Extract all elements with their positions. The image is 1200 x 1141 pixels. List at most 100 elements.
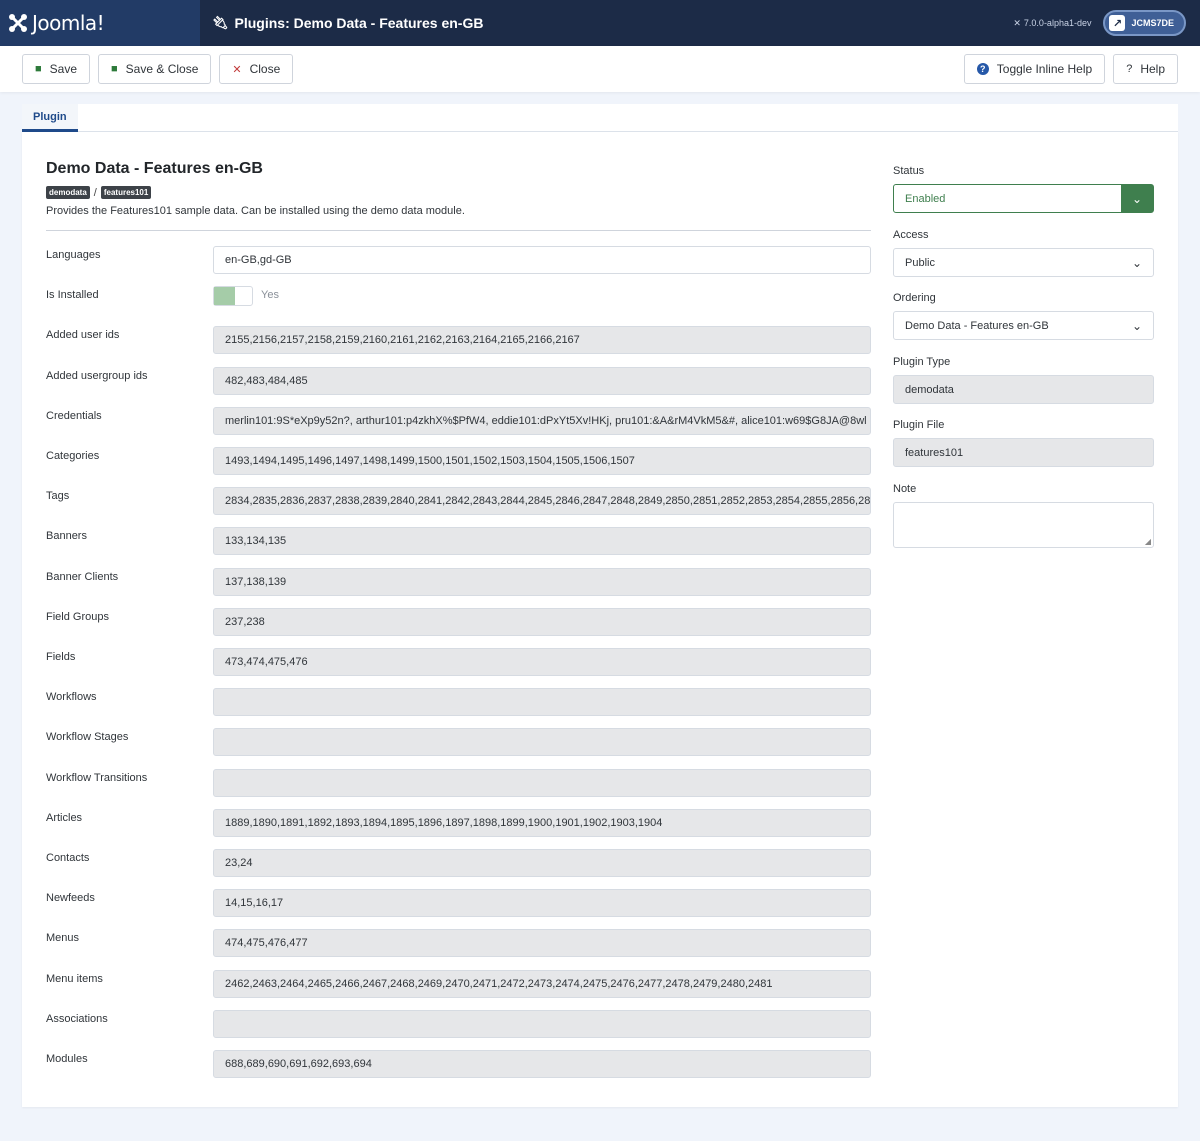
readonly-field: 1889,1890,1891,1892,1893,1894,1895,1896,… (213, 808, 871, 837)
plugin-file-value: features101 (905, 446, 964, 459)
readonly-field: 237,238 (213, 607, 871, 636)
readonly-field (213, 1009, 871, 1038)
field-label: Added usergroup ids (46, 369, 148, 382)
tab-bar: Plugin (22, 104, 1178, 132)
field-label: Associations (46, 1012, 108, 1025)
brand-name: Joomla! (32, 11, 105, 35)
readonly-field (213, 768, 871, 797)
ordering-label: Ordering (893, 292, 936, 304)
field-row: Contacts 23,24 (46, 849, 871, 877)
field-row: Workflow Transitions (46, 768, 871, 797)
field-label: Added user ids (46, 329, 120, 342)
joomla-logo-icon (9, 14, 27, 32)
readonly-field: 137,138,139 (213, 567, 871, 596)
field-label: Workflows (46, 691, 97, 704)
site-label: JCMS7DE (1131, 18, 1174, 28)
toolbar: ■ Save ■ Save & Close ✕ Close ? Toggle I… (0, 46, 1200, 92)
field-row: Categories 1493,1494,1495,1496,1497,1498,… (46, 447, 871, 475)
plugin-type-label: Plugin Type (893, 356, 951, 368)
field-row: Workflow Stages (46, 728, 871, 757)
access-select[interactable]: Public ⌄ (893, 248, 1154, 277)
readonly-field (213, 688, 871, 717)
plugin-description: Provides the Features101 sample data. Ca… (46, 205, 465, 217)
field-row: Newfeeds 14,15,16,17 (46, 889, 871, 918)
field-label: Workflow Stages (46, 731, 129, 744)
close-button[interactable]: ✕ Close (219, 54, 294, 84)
help-label: Help (1140, 62, 1165, 76)
field-row: Workflows (46, 688, 871, 717)
plugin-form-card: Demo Data - Features en-GB demodata / fe… (22, 132, 1178, 1107)
is-installed-toggle[interactable] (213, 286, 253, 307)
field-label: Languages (46, 249, 101, 261)
toggle-value: Yes (261, 289, 279, 302)
plug-icon: 🔌︎ (212, 15, 229, 30)
access-label: Access (893, 229, 929, 241)
field-row: Is Installed Yes (46, 286, 871, 314)
resize-grip-icon[interactable]: ◢ (1145, 537, 1151, 546)
help-circle-icon: ? (976, 63, 989, 75)
save-close-label: Save & Close (125, 62, 199, 76)
toggle-knob (214, 287, 235, 306)
field-label: Contacts (46, 852, 90, 864)
status-label: Status (893, 165, 925, 177)
readonly-field: 2834,2835,2836,2837,2838,2839,2840,2841,… (213, 487, 871, 516)
help-button[interactable]: ? Help (1113, 54, 1178, 84)
field-row: Credentials merlin101:9S*eXp9y52n?, arthu… (46, 406, 871, 435)
save-icon: ■ (111, 63, 118, 75)
toggle-inline-help-button[interactable]: ? Toggle Inline Help (963, 54, 1106, 84)
field-label: Field Groups (46, 610, 109, 623)
save-close-button[interactable]: ■ Save & Close (98, 54, 212, 84)
field-row: Fields 473,474,475,476 (46, 648, 871, 676)
badge-separator: / (93, 186, 97, 199)
folder-badge: demodata (46, 186, 90, 199)
plugin-title: Demo Data - Features en-GB (46, 160, 263, 177)
field-row: Menu items 2462,2463,2464,2465,2466,2467,… (46, 969, 871, 998)
joomla-brand[interactable]: Joomla! (0, 0, 200, 46)
field-row: Field Groups 237,238 (46, 607, 871, 636)
field-label: Modules (46, 1053, 88, 1065)
readonly-field: 14,15,16,17 (213, 889, 871, 918)
note-label: Note (893, 483, 917, 495)
readonly-field: merlin101:9S*eXp9y52n?, arthur101:p4zkhX… (213, 406, 871, 435)
field-row: Associations (46, 1009, 871, 1038)
field-label: Credentials (46, 409, 102, 422)
close-label: Close (249, 62, 281, 76)
question-icon: ? (1126, 63, 1133, 75)
ordering-select[interactable]: Demo Data - Features en-GB ⌄ (893, 311, 1154, 340)
field-row: Tags 2834,2835,2836,2837,2838,2839,2840,2… (46, 487, 871, 516)
field-row: Banners 133,134,135 (46, 527, 871, 556)
site-link-button[interactable]: ↗ JCMS7DE (1103, 10, 1186, 36)
status-select[interactable]: Enabled ⌄ (893, 184, 1154, 213)
readonly-field: 23,24 (213, 849, 871, 877)
field-label: Is Installed (46, 289, 99, 302)
field-label: Banner Clients (46, 570, 119, 583)
save-button[interactable]: ■ Save (22, 54, 91, 84)
readonly-field: 474,475,476,477 (213, 929, 871, 958)
field-row: Languages en-GB,gd-GB (46, 246, 871, 274)
plugin-file-field: features101 (893, 438, 1154, 467)
version-info: ✕ 7.0.0-alpha1-dev (1013, 18, 1091, 29)
field-label: Categories (46, 450, 100, 462)
access-value: Public (905, 256, 935, 269)
field-row: Banner Clients 137,138,139 (46, 567, 871, 596)
page-title: 🔌︎ Plugins: Demo Data - Features en-GB (212, 15, 483, 31)
field-label: Workflow Transitions (46, 771, 148, 784)
languages-input[interactable]: en-GB,gd-GB (213, 246, 871, 274)
version-text: 7.0.0-alpha1-dev (1023, 18, 1092, 28)
plugin-type-value: demodata (905, 383, 954, 396)
readonly-field: 1493,1494,1495,1496,1497,1498,1499,1500,… (213, 447, 871, 475)
plugin-type-field: demodata (893, 375, 1154, 404)
top-header: Joomla! 🔌︎ Plugins: Demo Data - Features… (0, 0, 1200, 46)
tab-plugin[interactable]: Plugin (22, 104, 78, 132)
external-link-icon: ↗ (1109, 15, 1126, 31)
readonly-field: 2155,2156,2157,2158,2159,2160,2161,2162,… (213, 326, 871, 355)
note-textarea[interactable]: ◢ (893, 502, 1154, 548)
readonly-field: 688,689,690,691,692,693,694 (213, 1050, 871, 1078)
readonly-field: 482,483,484,485 (213, 366, 871, 395)
element-badge: features101 (100, 186, 152, 199)
save-label: Save (49, 62, 78, 76)
field-row: Menus 474,475,476,477 (46, 929, 871, 958)
chevron-down-icon: ⌄ (1121, 185, 1153, 212)
chevron-down-icon: ⌄ (1131, 318, 1143, 333)
plugin-file-label: Plugin File (893, 419, 945, 431)
